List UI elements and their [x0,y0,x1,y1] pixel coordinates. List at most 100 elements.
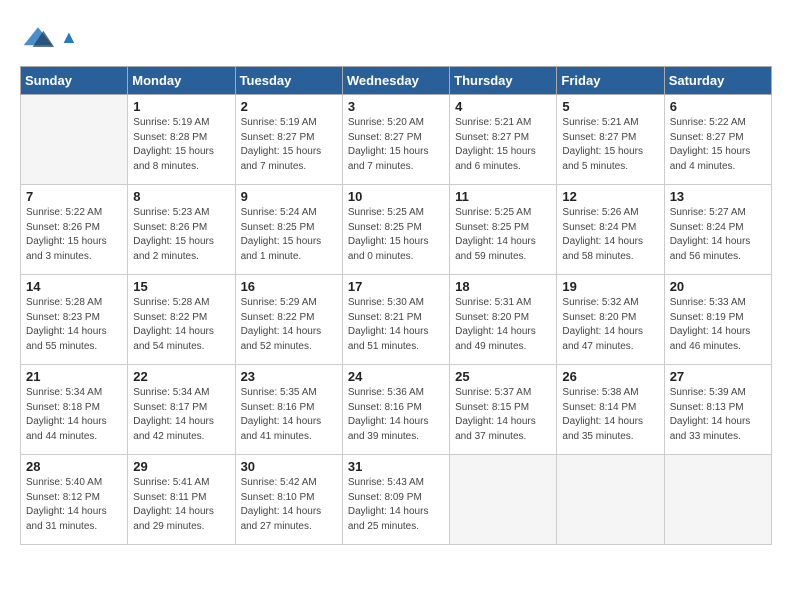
day-info: Sunrise: 5:25 AM Sunset: 8:25 PM Dayligh… [455,206,551,264]
day-info: Sunrise: 5:39 AM Sunset: 8:13 PM Dayligh… [670,386,766,444]
calendar-cell: 2 Sunrise: 5:19 AM Sunset: 8:27 PM Daylig… [235,95,342,185]
day-info: Sunrise: 5:19 AM Sunset: 8:28 PM Dayligh… [133,116,229,174]
calendar-cell: 1 Sunrise: 5:19 AM Sunset: 8:28 PM Daylig… [128,95,235,185]
day-number: 10 [348,189,444,204]
calendar-table: SundayMondayTuesdayWednesdayThursdayFrid… [20,66,772,545]
day-info: Sunrise: 5:21 AM Sunset: 8:27 PM Dayligh… [455,116,551,174]
calendar-cell [664,455,771,545]
day-info: Sunrise: 5:22 AM Sunset: 8:26 PM Dayligh… [26,206,122,264]
calendar-cell: 18 Sunrise: 5:31 AM Sunset: 8:20 PM Dayli… [450,275,557,365]
calendar-week-row: 7Sunrise: 5:22 AM Sunset: 8:26 PM Daylig… [21,185,772,275]
day-info: Sunrise: 5:28 AM Sunset: 8:23 PM Dayligh… [26,296,122,354]
day-number: 23 [241,369,337,384]
calendar-cell: 14 Sunrise: 5:28 AM Sunset: 8:23 PM Dayli… [21,275,128,365]
calendar-cell: 16Sunrise: 5:29 AM Sunset: 8:22 PM Dayli… [235,275,342,365]
weekday-row: SundayMondayTuesdayWednesdayThursdayFrid… [21,67,772,95]
day-number: 15 [133,279,229,294]
calendar-cell [557,455,664,545]
day-info: Sunrise: 5:20 AM Sunset: 8:27 PM Dayligh… [348,116,444,174]
day-info: Sunrise: 5:32 AM Sunset: 8:20 PM Dayligh… [562,296,658,354]
day-number: 14 [26,279,122,294]
day-number: 5 [562,99,658,114]
calendar-cell: 20 Sunrise: 5:33 AM Sunset: 8:19 PM Dayli… [664,275,771,365]
calendar-cell: 5 Sunrise: 5:21 AM Sunset: 8:27 PM Daylig… [557,95,664,185]
day-number: 6 [670,99,766,114]
day-info: Sunrise: 5:37 AM Sunset: 8:15 PM Dayligh… [455,386,551,444]
weekday-header: Saturday [664,67,771,95]
page-container: ▲ SundayMondayTuesdayWednesdayThursdayFr… [0,0,792,555]
calendar-cell: 27Sunrise: 5:39 AM Sunset: 8:13 PM Dayli… [664,365,771,455]
day-number: 18 [455,279,551,294]
day-number: 30 [241,459,337,474]
day-number: 13 [670,189,766,204]
day-number: 3 [348,99,444,114]
calendar-cell: 13Sunrise: 5:27 AM Sunset: 8:24 PM Dayli… [664,185,771,275]
day-number: 1 [133,99,229,114]
day-info: Sunrise: 5:29 AM Sunset: 8:22 PM Dayligh… [241,296,337,354]
calendar-cell: 19 Sunrise: 5:32 AM Sunset: 8:20 PM Dayli… [557,275,664,365]
day-info: Sunrise: 5:34 AM Sunset: 8:17 PM Dayligh… [133,386,229,444]
calendar-week-row: 1 Sunrise: 5:19 AM Sunset: 8:28 PM Daylig… [21,95,772,185]
weekday-header: Monday [128,67,235,95]
calendar-cell: 9 Sunrise: 5:24 AM Sunset: 8:25 PM Daylig… [235,185,342,275]
calendar-cell: 12 Sunrise: 5:26 AM Sunset: 8:24 PM Dayli… [557,185,664,275]
day-number: 8 [133,189,229,204]
day-info: Sunrise: 5:43 AM Sunset: 8:09 PM Dayligh… [348,476,444,534]
day-number: 21 [26,369,122,384]
day-info: Sunrise: 5:33 AM Sunset: 8:19 PM Dayligh… [670,296,766,354]
day-info: Sunrise: 5:22 AM Sunset: 8:27 PM Dayligh… [670,116,766,174]
weekday-header: Thursday [450,67,557,95]
calendar-cell: 11 Sunrise: 5:25 AM Sunset: 8:25 PM Dayli… [450,185,557,275]
day-number: 24 [348,369,444,384]
calendar-cell: 23Sunrise: 5:35 AM Sunset: 8:16 PM Dayli… [235,365,342,455]
day-info: Sunrise: 5:34 AM Sunset: 8:18 PM Dayligh… [26,386,122,444]
weekday-header: Wednesday [342,67,449,95]
day-info: Sunrise: 5:23 AM Sunset: 8:26 PM Dayligh… [133,206,229,264]
calendar-cell: 3 Sunrise: 5:20 AM Sunset: 8:27 PM Daylig… [342,95,449,185]
day-info: Sunrise: 5:36 AM Sunset: 8:16 PM Dayligh… [348,386,444,444]
day-number: 4 [455,99,551,114]
day-number: 22 [133,369,229,384]
calendar-cell: 28Sunrise: 5:40 AM Sunset: 8:12 PM Dayli… [21,455,128,545]
day-info: Sunrise: 5:28 AM Sunset: 8:22 PM Dayligh… [133,296,229,354]
day-number: 25 [455,369,551,384]
day-number: 26 [562,369,658,384]
header: ▲ [20,20,772,56]
calendar-cell: 6 Sunrise: 5:22 AM Sunset: 8:27 PM Daylig… [664,95,771,185]
day-number: 9 [241,189,337,204]
calendar-cell [450,455,557,545]
calendar-cell: 30Sunrise: 5:42 AM Sunset: 8:10 PM Dayli… [235,455,342,545]
calendar-cell: 22 Sunrise: 5:34 AM Sunset: 8:17 PM Dayli… [128,365,235,455]
day-info: Sunrise: 5:30 AM Sunset: 8:21 PM Dayligh… [348,296,444,354]
calendar-cell: 15 Sunrise: 5:28 AM Sunset: 8:22 PM Dayli… [128,275,235,365]
calendar-cell: 24 Sunrise: 5:36 AM Sunset: 8:16 PM Dayli… [342,365,449,455]
day-info: Sunrise: 5:31 AM Sunset: 8:20 PM Dayligh… [455,296,551,354]
day-info: Sunrise: 5:24 AM Sunset: 8:25 PM Dayligh… [241,206,337,264]
logo-text: ▲ [60,28,78,48]
day-number: 11 [455,189,551,204]
logo: ▲ [20,20,78,56]
calendar-week-row: 28Sunrise: 5:40 AM Sunset: 8:12 PM Dayli… [21,455,772,545]
day-info: Sunrise: 5:21 AM Sunset: 8:27 PM Dayligh… [562,116,658,174]
calendar-header: SundayMondayTuesdayWednesdayThursdayFrid… [21,67,772,95]
day-number: 20 [670,279,766,294]
calendar-cell: 29Sunrise: 5:41 AM Sunset: 8:11 PM Dayli… [128,455,235,545]
calendar-cell: 21 Sunrise: 5:34 AM Sunset: 8:18 PM Dayli… [21,365,128,455]
day-number: 19 [562,279,658,294]
day-number: 12 [562,189,658,204]
day-number: 2 [241,99,337,114]
calendar-cell [21,95,128,185]
day-info: Sunrise: 5:40 AM Sunset: 8:12 PM Dayligh… [26,476,122,534]
logo-icon [20,20,56,56]
day-info: Sunrise: 5:26 AM Sunset: 8:24 PM Dayligh… [562,206,658,264]
calendar-cell: 25 Sunrise: 5:37 AM Sunset: 8:15 PM Dayli… [450,365,557,455]
day-info: Sunrise: 5:38 AM Sunset: 8:14 PM Dayligh… [562,386,658,444]
calendar-body: 1 Sunrise: 5:19 AM Sunset: 8:28 PM Daylig… [21,95,772,545]
logo-line1: ▲ [60,28,78,48]
calendar-week-row: 14 Sunrise: 5:28 AM Sunset: 8:23 PM Dayli… [21,275,772,365]
day-info: Sunrise: 5:25 AM Sunset: 8:25 PM Dayligh… [348,206,444,264]
calendar-cell: 7Sunrise: 5:22 AM Sunset: 8:26 PM Daylig… [21,185,128,275]
day-info: Sunrise: 5:19 AM Sunset: 8:27 PM Dayligh… [241,116,337,174]
weekday-header: Sunday [21,67,128,95]
calendar-cell: 10 Sunrise: 5:25 AM Sunset: 8:25 PM Dayli… [342,185,449,275]
